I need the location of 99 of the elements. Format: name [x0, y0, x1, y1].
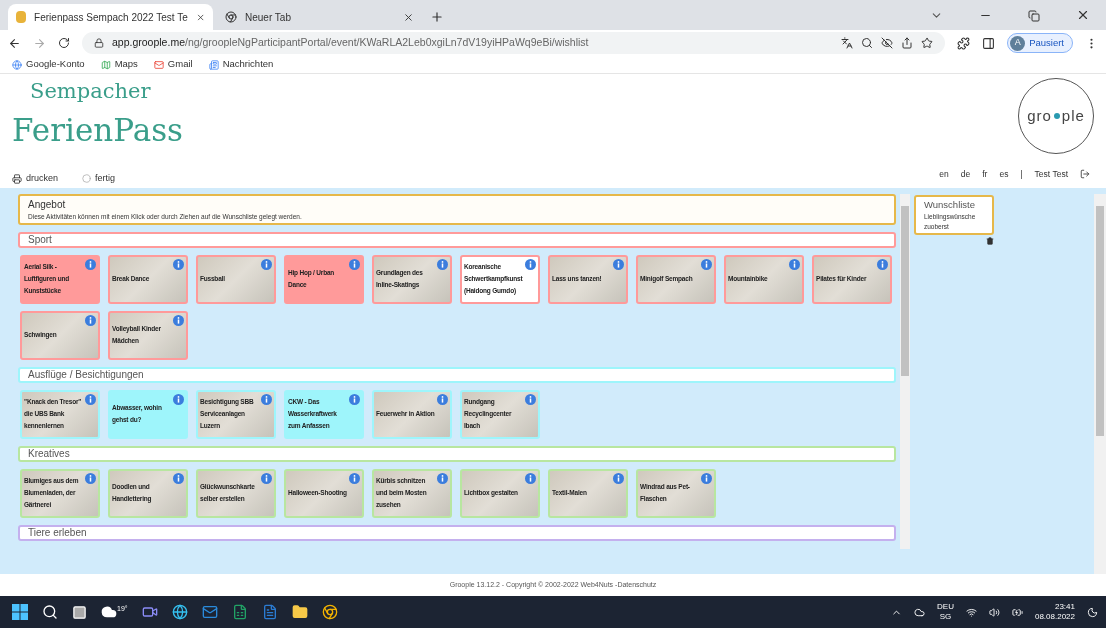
clock-date[interactable]: 08.08.2022 [1034, 612, 1075, 622]
circle-icon [82, 174, 92, 184]
windows-icon[interactable] [12, 604, 28, 620]
info-icon[interactable] [85, 258, 96, 270]
document-icon[interactable] [261, 604, 278, 620]
side-panel-icon[interactable] [982, 36, 996, 50]
url-text: app.groople.me/ng/groopleNgParticipantPortal/event/KWaRLA2Leb0xgiLn7dV19yiHPaWq9eBi/wishlist [112, 35, 590, 51]
wishlist-title: Wunschliste [924, 198, 977, 212]
cloud-icon[interactable] [914, 606, 926, 618]
language-link[interactable]: de [960, 168, 971, 181]
eye-off-icon[interactable] [881, 37, 894, 49]
info-icon[interactable] [349, 393, 360, 405]
new-tab-icon[interactable] [430, 10, 444, 24]
info-icon[interactable] [261, 393, 272, 405]
user-name[interactable]: Test Test [1034, 168, 1068, 181]
zoom-icon[interactable] [861, 37, 874, 49]
header-link[interactable]: drucken [12, 172, 59, 186]
restore-icon[interactable] [1028, 10, 1040, 22]
info-icon[interactable] [613, 472, 624, 484]
info-icon[interactable] [525, 472, 536, 484]
clock-time[interactable]: 23:41 [1054, 602, 1075, 612]
info-icon[interactable] [701, 472, 712, 484]
bookmark-link[interactable]: Nachrichten [208, 57, 274, 72]
bookmark-link[interactable]: Maps [100, 57, 138, 72]
tab-title: Neuer Tab [245, 10, 292, 25]
task-view-icon[interactable] [72, 604, 87, 620]
info-icon[interactable] [525, 393, 536, 405]
info-icon[interactable] [701, 258, 712, 270]
profile-status: Pausiert [1029, 35, 1064, 50]
info-icon[interactable] [437, 472, 448, 484]
map-icon [100, 59, 111, 70]
logout-icon[interactable] [1080, 169, 1090, 180]
chrome-icon[interactable] [321, 604, 338, 620]
newspaper-icon [208, 59, 219, 70]
info-icon[interactable] [173, 393, 184, 405]
header-link[interactable]: fertig [82, 172, 116, 186]
language-link[interactable]: es [999, 168, 1009, 181]
moon-icon[interactable] [1087, 606, 1098, 618]
browser-tab[interactable]: Ferienpass Sempach 2022 Test Te [8, 4, 213, 30]
avatar: A [1010, 35, 1026, 51]
reload-icon[interactable] [58, 37, 70, 49]
extensions-icon[interactable] [957, 36, 971, 50]
info-icon[interactable] [173, 314, 184, 326]
keyboard-region[interactable]: SG [939, 612, 952, 622]
category-header[interactable]: Sport [18, 231, 896, 248]
language-link[interactable]: en [939, 168, 949, 181]
search-icon[interactable] [42, 604, 58, 620]
printer-icon [12, 173, 22, 184]
trash-icon[interactable] [986, 237, 994, 246]
close-icon[interactable] [403, 11, 414, 23]
info-icon[interactable] [437, 258, 448, 270]
bookmark-link[interactable]: Google-Konto [12, 57, 85, 72]
address-bar[interactable]: app.groople.me/ng/groopleNgParticipantPortal/event/KWaRLA2Leb0xgiLn7dV19yiHPaWq9eBi/wishlist [82, 32, 946, 54]
profile-button[interactable]: A Pausiert [1007, 33, 1073, 53]
info-icon[interactable] [349, 258, 360, 270]
forward-icon[interactable] [33, 36, 46, 50]
info-icon[interactable] [437, 393, 448, 405]
spreadsheet-icon[interactable] [231, 604, 248, 620]
offer-title: Angebot [28, 198, 67, 212]
language-link[interactable]: fr [982, 168, 988, 181]
volume-icon[interactable] [988, 606, 1000, 618]
folder-icon[interactable] [291, 604, 308, 620]
category-header[interactable]: Kreatives [18, 445, 896, 462]
info-icon[interactable] [349, 472, 360, 484]
info-icon[interactable] [173, 472, 184, 484]
back-icon[interactable] [8, 36, 21, 50]
info-icon[interactable] [261, 472, 272, 484]
browser-icon[interactable] [171, 604, 188, 620]
close-icon[interactable] [1076, 8, 1090, 22]
globe-icon [12, 59, 22, 70]
share-icon[interactable] [901, 37, 914, 49]
chat-icon[interactable] [141, 604, 158, 620]
mail-icon[interactable] [201, 604, 218, 620]
site-icon [16, 11, 27, 23]
info-icon[interactable] [613, 258, 624, 270]
battery-icon[interactable] [1011, 606, 1023, 618]
info-icon[interactable] [525, 258, 536, 270]
info-icon[interactable] [85, 472, 96, 484]
tab-title: Ferienpass Sempach 2022 Test Te [34, 10, 188, 25]
globe-icon [225, 11, 237, 23]
logo: Sempacher FerienPass [12, 78, 184, 150]
network-icon[interactable] [965, 606, 977, 618]
info-icon[interactable] [85, 314, 96, 326]
info-icon[interactable] [789, 258, 800, 270]
category-header[interactable]: Ausflüge / Besichtigungen [18, 366, 896, 383]
category-header[interactable]: Tiere erleben [18, 524, 896, 541]
scrollbar[interactable] [900, 194, 910, 549]
separator: | [1020, 168, 1023, 181]
star-icon[interactable] [921, 37, 934, 49]
info-icon[interactable] [173, 258, 184, 270]
lock-icon [94, 38, 104, 48]
bookmark-link[interactable]: Gmail [153, 57, 193, 72]
mail-icon [153, 59, 164, 70]
scrollbar[interactable] [1094, 194, 1106, 574]
info-icon[interactable] [877, 258, 888, 270]
keyboard-language[interactable]: DEU [937, 602, 954, 612]
info-icon[interactable] [85, 393, 96, 405]
translate-icon[interactable] [841, 37, 854, 49]
info-icon[interactable] [261, 258, 272, 270]
